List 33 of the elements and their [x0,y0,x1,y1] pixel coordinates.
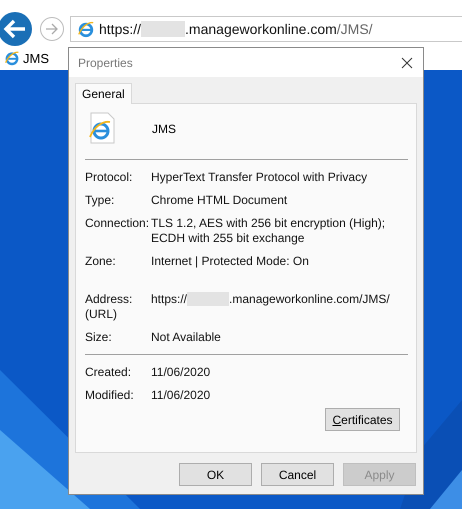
property-value: Chrome HTML Document [151,193,288,208]
url-scheme: https:// [151,292,188,307]
close-icon[interactable] [401,56,413,68]
property-label: Created: [85,365,132,380]
browser-tab[interactable]: JMS [4,50,49,66]
property-value: Not Available [151,330,222,345]
property-label: Zone: [85,254,117,270]
address-bar[interactable]: https:// .manageworkonline.com/JMS/ [70,16,462,42]
property-value: Internet | Protected Mode: On [151,254,310,270]
file-name: JMS [152,122,176,136]
globe-e-icon [4,50,20,66]
property-label: Address: (URL) [85,292,134,322]
property-value: HyperText Transfer Protocol with Privacy [151,170,368,185]
property-label: Size: [85,330,113,345]
url-path: /JMS/ [336,21,373,37]
globe-e-icon [77,20,95,38]
certificates-button[interactable]: Certificates [325,408,400,431]
property-value: TLS 1.2, AES with 256 bit encryption (High); ECDH with 255 bit exchange [151,216,386,246]
web-page-file-icon [87,112,117,144]
property-value: 11/06/2020 [151,365,212,380]
property-label: Modified: [85,388,135,403]
property-label: Connection: [85,216,150,232]
dialog-button[interactable]: Cancel [261,463,334,486]
dialog-button[interactable]: OK [179,463,252,486]
url-rest: .manageworkonline.com/JMS/ [229,292,390,307]
tab[interactable]: General [75,83,132,104]
back-button[interactable] [0,11,35,47]
url-scheme: https:// [99,21,142,37]
dialog-title: Properties [78,56,133,70]
property-label: Protocol: [85,170,134,185]
property-value: 11/06/2020 [151,388,212,403]
url-host: .manageworkonline.com [185,21,337,37]
property-label: Type: [85,193,116,208]
